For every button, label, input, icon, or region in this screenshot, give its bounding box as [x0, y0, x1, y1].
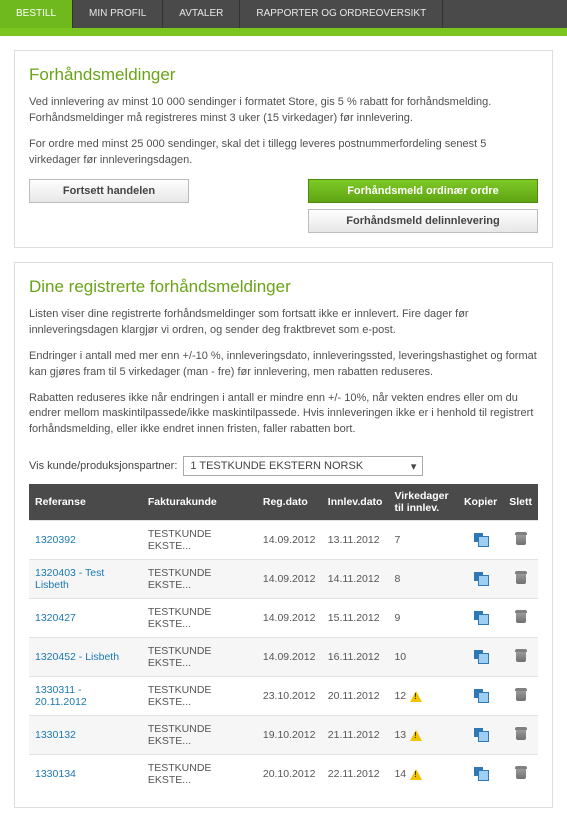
- cell-regdato: 14.09.2012: [257, 521, 322, 560]
- cell-innlevdato: 21.11.2012: [322, 716, 389, 755]
- right-button-stack: Forhåndsmeld ordinær ordre Forhåndsmeld …: [308, 179, 538, 233]
- trash-icon[interactable]: [515, 688, 527, 702]
- cell-fakturakunde: TESTKUNDE EKSTE...: [142, 521, 257, 560]
- registrations-table: Referanse Fakturakunde Reg.dato Innlev.d…: [29, 484, 538, 793]
- cell-fakturakunde: TESTKUNDE EKSTE...: [142, 677, 257, 716]
- cell-fakturakunde: TESTKUNDE EKSTE...: [142, 638, 257, 677]
- cell-regdato: 19.10.2012: [257, 716, 322, 755]
- trash-icon[interactable]: [515, 610, 527, 624]
- panel2-text-1: Listen viser dine registrerte forhåndsme…: [29, 307, 538, 339]
- cell-virkedager: 14: [388, 755, 458, 794]
- table-row: 1330311 - 20.11.2012 TESTKUNDE EKSTE...23…: [29, 677, 538, 716]
- cell-fakturakunde: TESTKUNDE EKSTE...: [142, 716, 257, 755]
- th-slett[interactable]: Slett: [503, 484, 538, 521]
- preregister-ordinary-button[interactable]: Forhåndsmeld ordinær ordre: [308, 179, 538, 203]
- cell-innlevdato: 13.11.2012: [322, 521, 389, 560]
- cell-virkedager: 12: [388, 677, 458, 716]
- copy-icon[interactable]: [474, 767, 488, 779]
- reference-link[interactable]: 1320392: [35, 534, 76, 546]
- th-referanse[interactable]: Referanse: [29, 484, 142, 521]
- partner-selected-value: 1 TESTKUNDE EKSTERN NORSK: [190, 460, 363, 472]
- accent-bar: [0, 28, 567, 36]
- reference-link[interactable]: 1330132: [35, 729, 76, 741]
- partner-label: Vis kunde/produksjonspartner:: [29, 460, 177, 472]
- panel-text-2: For ordre med minst 25 000 sendinger, sk…: [29, 137, 538, 169]
- partner-select[interactable]: 1 TESTKUNDE EKSTERN NORSK: [183, 456, 423, 476]
- cell-virkedager: 10: [388, 638, 458, 677]
- reference-link[interactable]: 1330134: [35, 768, 76, 780]
- panel2-text-2: Endringer i antall med mer enn +/-10 %, …: [29, 349, 538, 381]
- trash-icon[interactable]: [515, 727, 527, 741]
- th-virkedager[interactable]: Virkedager til innlev.: [388, 484, 458, 521]
- cell-fakturakunde: TESTKUNDE EKSTE...: [142, 560, 257, 599]
- reference-link[interactable]: 1320452 - Lisbeth: [35, 651, 119, 663]
- cell-regdato: 20.10.2012: [257, 755, 322, 794]
- table-row: 1320427 TESTKUNDE EKSTE...14.09.201215.11…: [29, 599, 538, 638]
- panel-registrerte: Dine registrerte forhåndsmeldinger Liste…: [14, 262, 553, 809]
- th-innlevdato[interactable]: Innlev.dato: [322, 484, 389, 521]
- panel-text-1: Ved innlevering av minst 10 000 sendinge…: [29, 95, 538, 127]
- trash-icon[interactable]: [515, 532, 527, 546]
- nav-item-min-profil[interactable]: MIN PROFIL: [73, 0, 163, 28]
- trash-icon[interactable]: [515, 649, 527, 663]
- copy-icon[interactable]: [474, 572, 488, 584]
- panel-forhandsmeldinger: Forhåndsmeldinger Ved innlevering av min…: [14, 50, 553, 248]
- nav-item-rapporter[interactable]: RAPPORTER OG ORDREOVERSIKT: [240, 0, 443, 28]
- preregister-partial-button[interactable]: Forhåndsmeld delinnlevering: [308, 209, 538, 233]
- panel2-text-3: Rabatten reduseres ikke når endringen i …: [29, 391, 538, 439]
- cell-regdato: 14.09.2012: [257, 560, 322, 599]
- reference-link[interactable]: 1330311 - 20.11.2012: [35, 684, 87, 708]
- copy-icon[interactable]: [474, 689, 488, 701]
- partner-row: Vis kunde/produksjonspartner: 1 TESTKUND…: [29, 456, 538, 476]
- cell-regdato: 23.10.2012: [257, 677, 322, 716]
- continue-shopping-button[interactable]: Fortsett handelen: [29, 179, 189, 203]
- cell-fakturakunde: TESTKUNDE EKSTE...: [142, 599, 257, 638]
- trash-icon[interactable]: [515, 571, 527, 585]
- cell-virkedager: 8: [388, 560, 458, 599]
- nav-item-avtaler[interactable]: AVTALER: [163, 0, 240, 28]
- copy-icon[interactable]: [474, 728, 488, 740]
- reference-link[interactable]: 1320427: [35, 612, 76, 624]
- cell-innlevdato: 22.11.2012: [322, 755, 389, 794]
- warning-icon: [410, 730, 422, 741]
- table-row: 1330134 TESTKUNDE EKSTE...20.10.201222.11…: [29, 755, 538, 794]
- cell-fakturakunde: TESTKUNDE EKSTE...: [142, 755, 257, 794]
- th-kopier[interactable]: Kopier: [458, 484, 503, 521]
- reference-link[interactable]: 1320403 - Test Lisbeth: [35, 567, 104, 591]
- copy-icon[interactable]: [474, 611, 488, 623]
- table-row: 1320452 - Lisbeth TESTKUNDE EKSTE...14.09…: [29, 638, 538, 677]
- copy-icon[interactable]: [474, 533, 488, 545]
- cell-regdato: 14.09.2012: [257, 638, 322, 677]
- nav-item-bestill[interactable]: BESTILL: [0, 0, 73, 28]
- cell-virkedager: 13: [388, 716, 458, 755]
- table-row: 1320403 - Test Lisbeth TESTKUNDE EKSTE...…: [29, 560, 538, 599]
- top-nav: BESTILL MIN PROFIL AVTALER RAPPORTER OG …: [0, 0, 567, 28]
- warning-icon: [410, 769, 422, 780]
- trash-icon[interactable]: [515, 766, 527, 780]
- panel2-title: Dine registrerte forhåndsmeldinger: [29, 277, 538, 297]
- cell-innlevdato: 15.11.2012: [322, 599, 389, 638]
- cell-virkedager: 7: [388, 521, 458, 560]
- cell-virkedager: 9: [388, 599, 458, 638]
- table-row: 1320392 TESTKUNDE EKSTE...14.09.201213.11…: [29, 521, 538, 560]
- th-fakturakunde[interactable]: Fakturakunde: [142, 484, 257, 521]
- th-regdato[interactable]: Reg.dato: [257, 484, 322, 521]
- cell-innlevdato: 20.11.2012: [322, 677, 389, 716]
- panel-title: Forhåndsmeldinger: [29, 65, 538, 85]
- cell-regdato: 14.09.2012: [257, 599, 322, 638]
- cell-innlevdato: 14.11.2012: [322, 560, 389, 599]
- button-row: Fortsett handelen Forhåndsmeld ordinær o…: [29, 179, 538, 233]
- table-row: 1330132 TESTKUNDE EKSTE...19.10.201221.11…: [29, 716, 538, 755]
- copy-icon[interactable]: [474, 650, 488, 662]
- warning-icon: [410, 691, 422, 702]
- cell-innlevdato: 16.11.2012: [322, 638, 389, 677]
